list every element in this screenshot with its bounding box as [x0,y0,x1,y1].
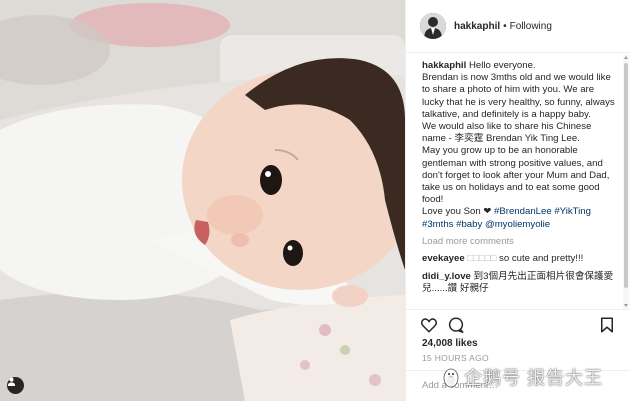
caption-line-1: Brendan is now 3mths old and we would li… [422,72,615,120]
comment-item: didi_y.love 到3個月先出正面相片很會保護愛兒......讚 好親仔 [422,271,615,295]
comment-bubble-icon[interactable] [447,316,465,334]
comment-text: so cute and pretty!!! [499,252,584,264]
person-icon [7,377,16,386]
baby-photo-illustration [0,0,405,401]
user-tag-button[interactable] [7,377,24,394]
caption-line-2: We would also like to share his Chinese … [422,121,592,145]
caption-line-3: May you grow up to be an honorable gentl… [422,145,610,206]
like-count[interactable]: 24,008 likes [422,338,478,349]
hashtag-link[interactable]: #BrendanLee [494,206,552,217]
profile-picture [420,13,446,39]
post-timestamp[interactable]: 15 HOURS AGO [422,353,489,363]
comments-scrollbar[interactable] [623,54,629,309]
heart-icon[interactable] [420,316,438,334]
hashtag-link[interactable]: #baby [456,219,482,230]
hashtag-link[interactable]: #3mths [422,219,453,230]
scroll-thumb[interactable] [624,63,628,288]
header-username[interactable]: hakkaphil [454,21,500,32]
scroll-down-arrow[interactable] [624,304,628,307]
hashtag-link[interactable]: #YikTing [554,206,591,217]
post-photo[interactable] [0,0,405,401]
comment-emoji-placeholder: □□□□□ [467,252,497,264]
penguin-logo-icon [443,368,459,388]
load-more-comments-link[interactable]: Load more comments [422,236,615,247]
caption-username[interactable]: hakkaphil [422,60,466,71]
comments-list[interactable]: hakkaphil Hello everyone. Brendan is now… [406,54,623,309]
mention-link[interactable]: @myoliemyolie [485,219,550,230]
avatar[interactable] [420,13,446,39]
post-caption: hakkaphil Hello everyone. Brendan is now… [422,60,615,231]
comment-username[interactable]: evekayee [422,253,465,264]
separator-dot: • [503,20,507,32]
comment-username[interactable]: didi_y.love [422,271,471,282]
bookmark-icon[interactable] [598,316,616,334]
post-side-panel: hakkaphil • Following hakkaphil Hello ev… [405,0,630,401]
caption-line-4: Love you Son ❤ [422,206,495,218]
following-button[interactable]: Following [510,21,552,32]
comment-item: evekayee □□□□□ so cute and pretty!!! [422,253,615,265]
post-header: hakkaphil • Following [406,0,630,53]
watermark-text: 企鹅号 报告大王 [464,368,604,388]
caption-first-line: Hello everyone. [468,60,536,71]
action-bar [406,309,630,337]
scroll-up-arrow[interactable] [624,56,628,59]
